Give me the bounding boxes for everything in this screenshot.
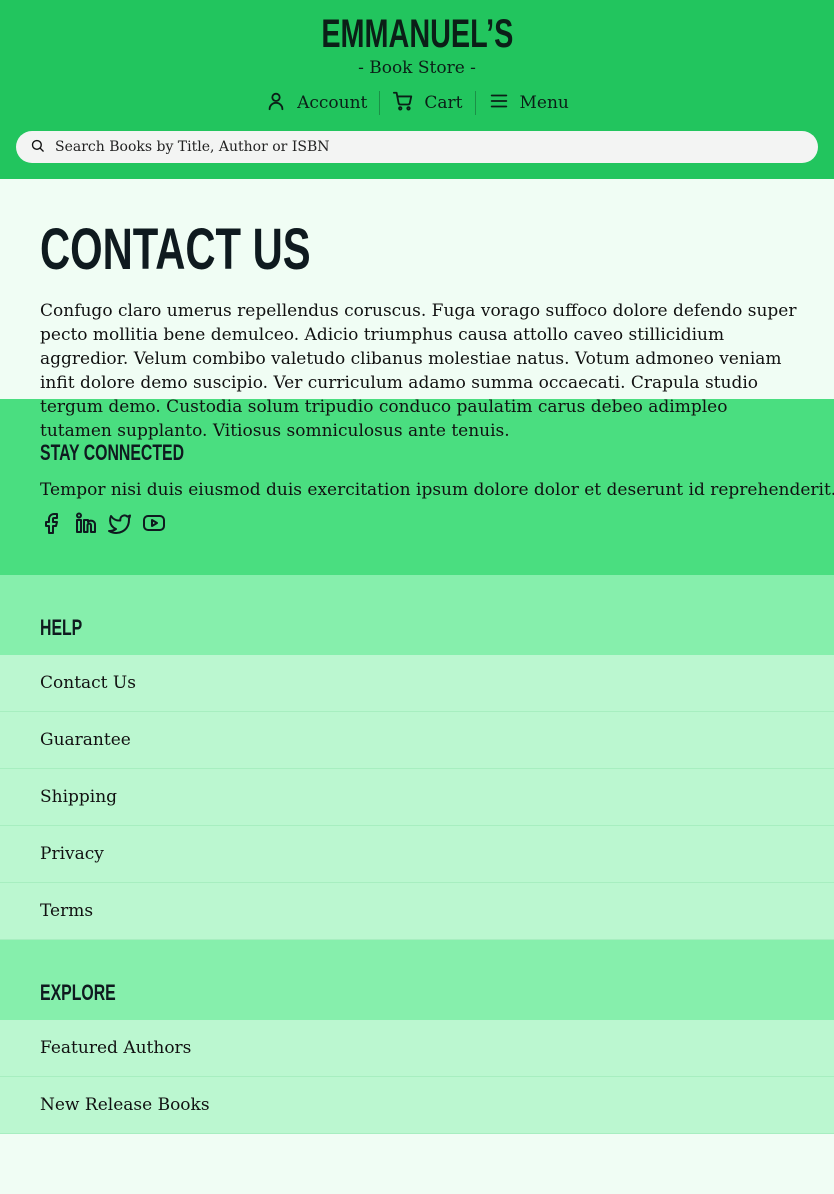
footer-link-featured-authors[interactable]: Featured Authors (0, 1020, 834, 1077)
search-input[interactable] (53, 138, 804, 156)
footer-link-new-release-books[interactable]: New Release Books (0, 1077, 834, 1134)
help-header: HELP (0, 575, 834, 655)
explore-header: EXPLORE (0, 940, 834, 1020)
hamburger-menu-icon (488, 90, 510, 117)
nav-divider (474, 91, 476, 115)
footer-link-privacy[interactable]: Privacy (0, 826, 834, 883)
nav-divider (379, 91, 381, 115)
menu-label: Menu (519, 93, 569, 113)
logo-subtitle: - Book Store - (358, 58, 476, 78)
help-section: HELP Contact Us Guarantee Shipping Priva… (0, 575, 834, 940)
menu-button[interactable]: Menu (476, 88, 581, 118)
youtube-icon[interactable] (142, 511, 166, 535)
explore-title: EXPLORE (40, 980, 116, 1005)
logo[interactable]: EMMANUEL’S - Book Store - (0, 10, 834, 78)
cart-label: Cart (424, 93, 463, 113)
linkedin-icon[interactable] (74, 511, 98, 535)
user-icon (265, 90, 287, 117)
search-bar (16, 131, 818, 163)
help-title: HELP (40, 615, 83, 640)
account-link[interactable]: Account (253, 88, 379, 118)
social-links (40, 511, 794, 535)
explore-section: EXPLORE Featured Authors New Release Boo… (0, 940, 834, 1134)
site-header: EMMANUEL’S - Book Store - Account Cart M… (0, 0, 834, 179)
stay-connected-text: Tempor nisi duis eiusmod duis exercitati… (40, 480, 834, 500)
page-title: CONTACT US (40, 217, 311, 282)
logo-title: EMMANUEL’S (320, 12, 514, 56)
twitter-icon[interactable] (108, 511, 132, 535)
contact-section: CONTACT US Confugo claro umerus repellen… (0, 179, 834, 442)
search-icon (30, 138, 45, 157)
footer-link-shipping[interactable]: Shipping (0, 769, 834, 826)
account-label: Account (297, 93, 368, 113)
footer-link-contact-us[interactable]: Contact Us (0, 655, 834, 712)
cart-link[interactable]: Cart (380, 88, 474, 118)
stay-connected-title: STAY CONNECTED (40, 440, 185, 465)
footer-link-terms[interactable]: Terms (0, 883, 834, 940)
facebook-icon[interactable] (40, 511, 64, 535)
footer-link-guarantee[interactable]: Guarantee (0, 712, 834, 769)
header-nav: Account Cart Menu (0, 88, 834, 118)
cart-icon (392, 90, 414, 117)
